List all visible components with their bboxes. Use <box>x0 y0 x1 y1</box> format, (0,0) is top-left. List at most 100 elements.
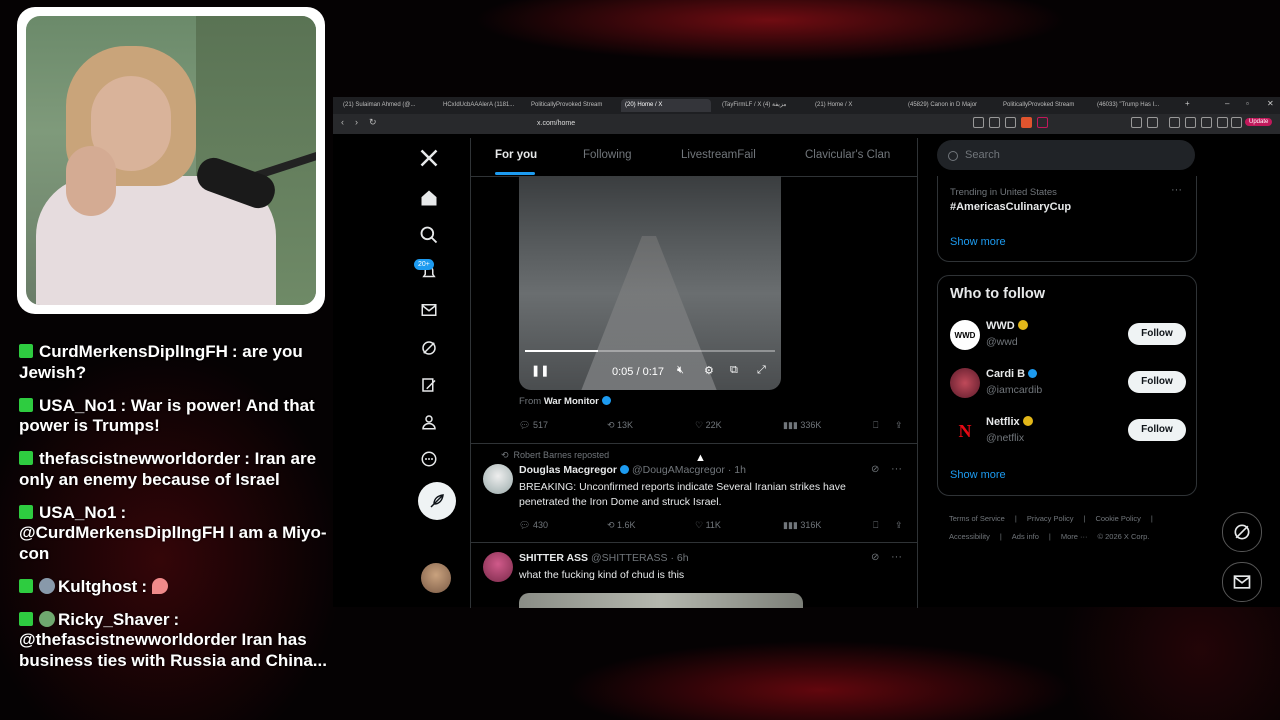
browser-tab[interactable]: (21) Sulaiman Ahmed (@... <box>339 99 429 112</box>
mail-icon[interactable] <box>415 296 443 324</box>
platform-badge-icon <box>19 504 33 519</box>
tab-for-you[interactable]: For you <box>495 149 537 161</box>
more-icon[interactable]: ··· <box>891 551 902 563</box>
cast-icon[interactable] <box>989 117 1000 128</box>
author-name[interactable]: SHITTER ASS <box>519 552 588 564</box>
extension-icon[interactable] <box>1131 117 1142 128</box>
vpn-icon[interactable] <box>1217 117 1228 128</box>
grok-fab-icon[interactable] <box>1222 512 1262 552</box>
bookmark-icon[interactable] <box>1169 117 1180 128</box>
suggested-account[interactable]: N Netflix @netflix Follow <box>950 414 1186 448</box>
account-name: Netflix <box>986 416 1033 428</box>
timeline-tabs: For you Following LivestreamFail Clavicu… <box>471 138 917 177</box>
bookmark-icon[interactable]: ⎕ <box>873 420 878 431</box>
suggested-account[interactable]: WWD WWD @wwd Follow <box>950 318 1186 352</box>
browser-tab-active[interactable]: (20) Home / X <box>621 99 711 112</box>
messages-fab-icon[interactable] <box>1222 562 1262 602</box>
update-button[interactable]: Update <box>1245 118 1273 126</box>
share-icon[interactable] <box>1005 117 1016 128</box>
source-account-link[interactable]: War Monitor <box>544 396 599 407</box>
sidebar-icon[interactable] <box>1185 117 1196 128</box>
brave-shield-icon[interactable] <box>1021 117 1032 128</box>
pip-icon[interactable]: ⧉ <box>730 364 738 377</box>
search-icon[interactable] <box>415 221 443 249</box>
show-more-link[interactable]: Show more <box>950 236 1006 248</box>
pause-icon[interactable]: ❚❚ <box>531 364 549 377</box>
browser-tab[interactable]: PoliticallyProvoked Stream <box>999 99 1091 112</box>
browser-tab[interactable]: (45829) Canon in D Major <box>904 99 996 112</box>
grok-icon[interactable]: ⊘ <box>871 552 879 563</box>
settings-icon[interactable]: ⚙ <box>704 364 714 377</box>
footer-link[interactable]: Cookie Policy <box>1095 514 1140 523</box>
account-avatar[interactable] <box>421 563 451 593</box>
grok-icon[interactable]: ⊘ <box>871 464 879 475</box>
share-icon[interactable]: ⇪ <box>895 520 903 531</box>
reply-button[interactable]: 💬︎ 430 <box>519 520 548 531</box>
reply-button[interactable]: 💬︎ 517 <box>519 420 548 431</box>
views-button[interactable]: ▮▮▮ 316K <box>783 520 821 531</box>
browser-tab[interactable]: (46033) "Trump Has I... <box>1093 99 1185 112</box>
post-avatar[interactable] <box>483 464 513 494</box>
tab-following[interactable]: Following <box>583 149 632 161</box>
right-sidebar: Search Trending in United States #Americ… <box>937 138 1199 608</box>
repost-button[interactable]: ⟲ 13K <box>607 420 633 431</box>
like-button[interactable]: ♡ 22K <box>695 420 722 431</box>
views-button[interactable]: ▮▮▮ 336K <box>783 420 821 431</box>
back-icon[interactable]: ‹ <box>341 117 344 127</box>
post-button[interactable] <box>418 482 456 520</box>
tab-clavicular-clan[interactable]: Clavicular's Clan <box>805 149 890 161</box>
author-name[interactable]: Douglas Macgregor <box>519 464 617 476</box>
platform-badge-icon <box>19 611 33 626</box>
show-more-link[interactable]: Show more <box>950 469 1006 481</box>
mute-icon[interactable]: 🔇︎ <box>677 364 684 377</box>
grok-icon[interactable] <box>415 334 443 362</box>
profile-icon[interactable] <box>1231 117 1242 128</box>
like-button[interactable]: ♡ 11K <box>695 520 721 531</box>
share-icon[interactable]: ⇪ <box>895 420 903 431</box>
search-input[interactable]: Search <box>937 140 1195 170</box>
browser-tab[interactable]: (TayFirmLF / X مزيفة (4) <box>718 99 811 112</box>
footer-link[interactable]: Ads info <box>1012 532 1039 541</box>
extension-icon[interactable] <box>1147 117 1158 128</box>
trend-name[interactable]: #AmericasCulinaryCup <box>950 201 1071 213</box>
video-progress-bar[interactable] <box>525 350 775 352</box>
follow-button[interactable]: Follow <box>1128 323 1186 345</box>
browser-tab[interactable]: PoliticallyProvoked Stream <box>527 99 617 112</box>
new-tab-icon[interactable]: + <box>1185 99 1190 108</box>
zoom-icon[interactable] <box>973 117 984 128</box>
address-bar-row: ‹ › ↻ x.com/home Update <box>333 114 1280 134</box>
minimize-icon[interactable]: – <box>1225 99 1229 108</box>
tab-livestreamfail[interactable]: LivestreamFail <box>681 149 756 161</box>
footer-link[interactable]: Privacy Policy <box>1027 514 1074 523</box>
x-logo-icon[interactable] <box>415 144 443 172</box>
wallet-icon[interactable] <box>1201 117 1212 128</box>
author-handle[interactable]: @DougAMacgregor <box>632 464 725 476</box>
url-field[interactable]: x.com/home <box>503 117 953 131</box>
home-icon[interactable] <box>415 184 443 212</box>
footer-link[interactable]: More ··· <box>1061 532 1088 541</box>
follow-button[interactable]: Follow <box>1128 419 1186 441</box>
more-icon[interactable]: ··· <box>1171 184 1182 196</box>
reload-icon[interactable]: ↻ <box>369 117 377 128</box>
premium-icon[interactable] <box>415 371 443 399</box>
bookmark-icon[interactable]: ⎕ <box>873 520 878 531</box>
footer-link[interactable]: Terms of Service <box>949 514 1005 523</box>
profile-icon[interactable] <box>415 408 443 436</box>
fullscreen-icon[interactable]: ⤢ <box>757 364 766 377</box>
follow-button[interactable]: Follow <box>1128 371 1186 393</box>
post-avatar[interactable] <box>483 552 513 582</box>
maximize-icon[interactable]: ▫ <box>1246 99 1249 108</box>
post-image[interactable] <box>519 593 803 608</box>
repost-button[interactable]: ⟲ 1.6K <box>607 520 636 531</box>
more-icon[interactable] <box>415 445 443 473</box>
more-icon[interactable]: ··· <box>891 463 902 475</box>
author-handle[interactable]: @SHITTERASS <box>591 552 668 564</box>
close-window-icon[interactable]: ✕ <box>1267 99 1274 108</box>
video-player[interactable]: ❚❚ 0:05 / 0:17 🔇︎ ⚙ ⧉ ⤢ <box>519 176 781 390</box>
footer-link[interactable]: Accessibility <box>949 532 990 541</box>
suggested-account[interactable]: Cardi B @iamcardib Follow <box>950 366 1186 400</box>
forward-icon[interactable]: › <box>355 117 358 127</box>
brave-rewards-icon[interactable] <box>1037 117 1048 128</box>
browser-tab[interactable]: HCxIdUcbAAAlerA (1181... <box>439 99 527 112</box>
browser-tab[interactable]: (21) Home / X <box>811 99 901 112</box>
